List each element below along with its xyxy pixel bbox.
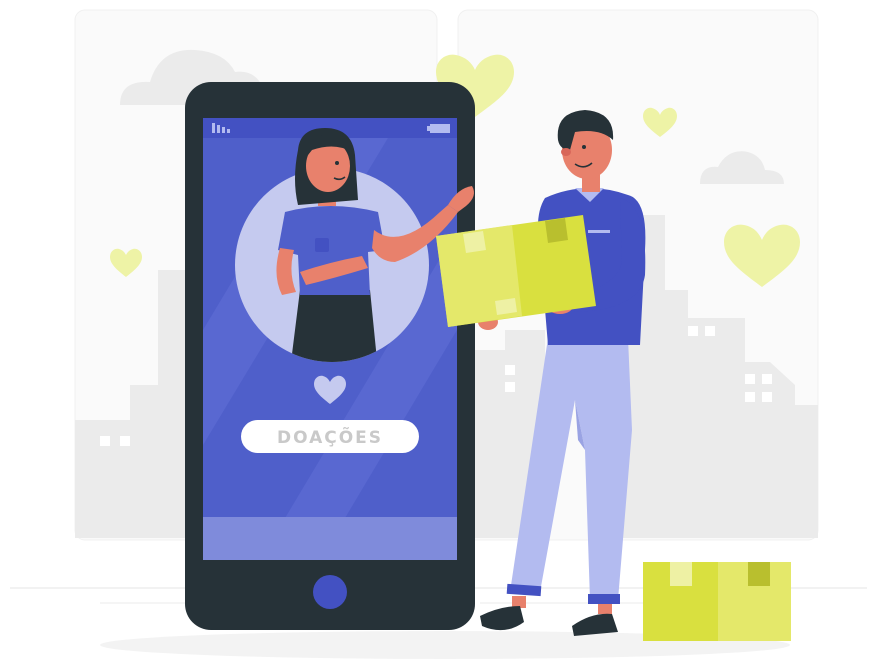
donation-illustration: DOAÇÕES — [10, 9, 867, 659]
home-button-icon[interactable] — [313, 575, 347, 609]
donation-box-ground — [643, 562, 791, 641]
donations-button-label: DOAÇÕES — [277, 425, 383, 448]
donations-button[interactable]: DOAÇÕES — [241, 420, 419, 453]
battery-icon — [427, 124, 450, 133]
